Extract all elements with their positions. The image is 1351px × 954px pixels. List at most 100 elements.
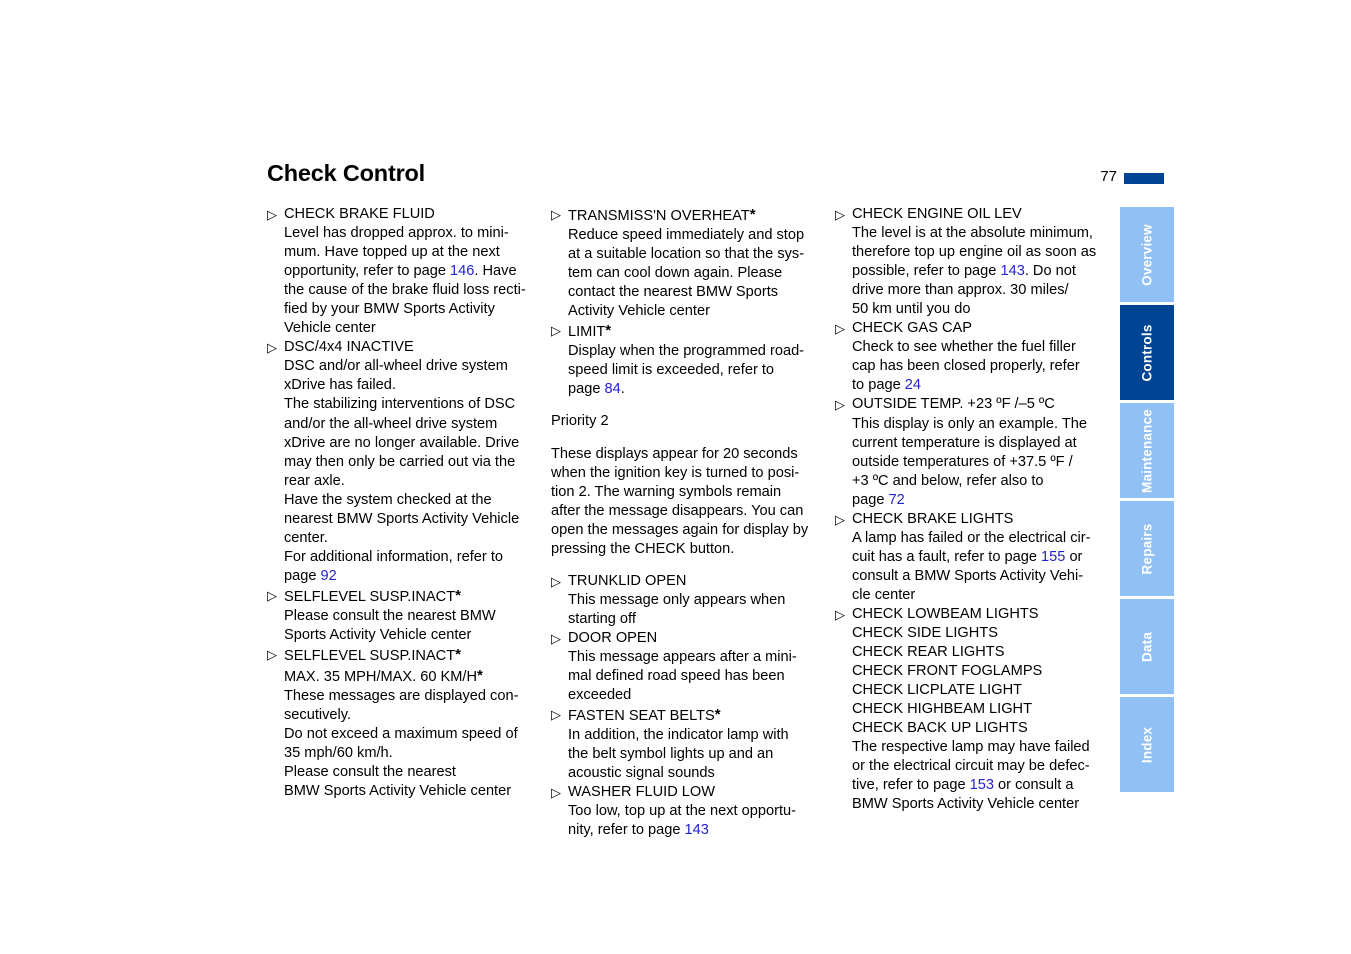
content-column-left: ▷ CHECK BRAKE FLUID Level has dropped appr…	[267, 205, 529, 801]
option-asterisk: *	[477, 667, 483, 685]
priority-heading: Priority 2	[551, 413, 609, 430]
section-tab-maintenance[interactable]: Maintenance	[1120, 403, 1174, 498]
page-reference-link[interactable]: 92	[321, 568, 337, 584]
section-tab-controls[interactable]: Controls	[1120, 305, 1174, 400]
text-run: This message appears after a mini- mal d…	[568, 648, 797, 704]
page-reference-link[interactable]: 143	[1000, 263, 1024, 279]
content-column-middle: ▷ TRANSMISS'N OVERHEAT* Reduce speed immed…	[551, 205, 813, 840]
message-term: CHECK ENGINE OIL LEV	[852, 206, 1022, 222]
message-description: DSC and/or all-wheel drive system xDrive…	[284, 357, 529, 586]
message-term: TRUNKLID OPEN	[568, 572, 687, 589]
section-tab-label: Maintenance	[1139, 408, 1155, 493]
message-description: Level has dropped approx. to mini- mum. …	[284, 224, 529, 338]
text-run: Reduce speed immediately and stop at a s…	[568, 227, 805, 320]
check-control-message: ▷ TRUNKLID OPEN This message only appears …	[551, 572, 813, 629]
page-reference-link[interactable]: 84	[605, 381, 621, 397]
message-description: Display when the programmed road- speed …	[568, 342, 813, 399]
message-description: MAX. 35 MPH/MAX. 60 KM/H* These messages…	[284, 666, 529, 801]
message-description: Check to see whether the fuel filler cap…	[852, 338, 1097, 395]
message-term: WASHER FLUID LOW	[568, 784, 716, 801]
check-control-message: ▷ SELFLEVEL SUSP.INACT* MAX. 35 MPH/MAX. 6…	[267, 645, 529, 801]
message-term: DOOR OPEN	[568, 629, 658, 646]
check-control-message: ▷ DOOR OPEN This message appears after a m…	[551, 629, 813, 705]
section-tab-label: Repairs	[1139, 523, 1155, 574]
message-term: SELFLEVEL SUSP.INACT*	[284, 646, 461, 665]
message-term: LIMIT*	[568, 322, 612, 341]
section-tab-label: Data	[1139, 631, 1155, 662]
triangle-bullet-icon: ▷	[835, 321, 845, 337]
text-run: Too low, top up at the next opportu- nit…	[568, 803, 796, 839]
option-asterisk: *	[605, 322, 612, 340]
check-control-message: ▷ WASHER FLUID LOW Too low, top up at the …	[551, 783, 813, 840]
triangle-bullet-icon: ▷	[267, 587, 277, 603]
message-description: The respective lamp may have failed or t…	[852, 738, 1097, 814]
message-term: DSC/4x4 INACTIVE	[284, 339, 414, 356]
page-reference-link[interactable]: 72	[889, 492, 905, 508]
section-tab-data[interactable]: Data	[1120, 599, 1174, 694]
triangle-bullet-icon: ▷	[267, 647, 277, 663]
triangle-bullet-icon: ▷	[551, 630, 561, 646]
message-term: CHECK GAS CAP	[852, 320, 973, 337]
check-control-message: ▷ SELFLEVEL SUSP.INACT* Please consult the…	[267, 586, 529, 645]
text-run: In addition, the indicator lamp with the…	[568, 727, 789, 782]
triangle-bullet-icon: ▷	[551, 207, 561, 222]
check-control-message: ▷ CHECK GAS CAP Check to see whether the f…	[835, 319, 1097, 395]
check-control-message: ▷ CHECK LOWBEAM LIGHTS CHECK SIDE LIGHTS …	[835, 605, 1097, 815]
message-description: In addition, the indicator lamp with the…	[568, 726, 813, 783]
triangle-bullet-icon: ▷	[835, 397, 845, 413]
message-description: This message appears after a mini- mal d…	[568, 648, 813, 705]
triangle-bullet-icon: ▷	[267, 340, 277, 356]
triangle-bullet-icon: ▷	[551, 573, 561, 589]
header-accent-rule	[1124, 173, 1164, 184]
message-description: This display is only an example. The cur…	[852, 415, 1097, 510]
page-reference-link[interactable]: 146	[450, 263, 474, 279]
triangle-bullet-icon: ▷	[835, 511, 845, 527]
triangle-bullet-icon: ▷	[267, 207, 277, 222]
triangle-bullet-icon: ▷	[551, 323, 561, 339]
check-control-message: ▷ FASTEN SEAT BELTS* In addition, the indi…	[551, 705, 813, 783]
priority-intro-paragraph: These displays appear for 20 seconds whe…	[551, 445, 809, 557]
message-description: Too low, top up at the next opportu- nit…	[568, 802, 813, 840]
message-term: CHECK BRAKE FLUID	[284, 206, 435, 222]
option-asterisk: *	[749, 206, 756, 223]
message-term: SELFLEVEL SUSP.INACT*	[284, 586, 461, 605]
text-run: MAX. 35 MPH/MAX. 60 KM/H	[284, 669, 478, 686]
triangle-bullet-icon: ▷	[835, 606, 845, 622]
text-run: Display when the programmed road- speed …	[568, 343, 805, 398]
check-control-message: ▷ DSC/4x4 INACTIVE DSC and/or all-wheel dr…	[267, 338, 529, 586]
page-number: 77	[1100, 168, 1117, 185]
message-description: Please consult the nearest BMW Sports Ac…	[284, 607, 529, 645]
text-run: Check to see whether the fuel filler cap…	[852, 339, 1080, 394]
text-run: This display is only an example. The cur…	[852, 415, 1087, 508]
triangle-bullet-icon: ▷	[551, 707, 561, 723]
page-reference-link[interactable]: 143	[685, 822, 709, 838]
message-term: FASTEN SEAT BELTS*	[568, 706, 721, 725]
message-term: OUTSIDE TEMP. +23 ºF /–5 ºC	[852, 396, 1055, 413]
message-term: TRANSMISS'N OVERHEAT*	[568, 206, 756, 224]
content-column-right: ▷ CHECK ENGINE OIL LEV The level is at the…	[835, 205, 1097, 815]
option-asterisk: *	[455, 586, 461, 604]
message-description: A lamp has failed or the electrical cir-…	[852, 529, 1097, 605]
triangle-bullet-icon: ▷	[551, 785, 561, 801]
text-run: .	[620, 381, 625, 398]
section-tab-repairs[interactable]: Repairs	[1120, 501, 1174, 596]
triangle-bullet-icon: ▷	[835, 207, 845, 222]
text-run: DSC and/or all-wheel drive system xDrive…	[284, 358, 520, 584]
check-control-message: ▷ TRANSMISS'N OVERHEAT* Reduce speed immed…	[551, 205, 813, 321]
message-description: The level is at the absolute minimum, th…	[852, 224, 1097, 319]
section-tab-overview[interactable]: Overview	[1120, 207, 1174, 302]
section-tab-label: Overview	[1139, 223, 1155, 286]
section-tab-label: Index	[1139, 726, 1155, 763]
text-run: These messages are displayed con- secuti…	[284, 688, 519, 800]
section-tab-label: Controls	[1139, 323, 1155, 382]
page-reference-link[interactable]: 153	[970, 777, 994, 793]
text-run: This message only appears when starting …	[568, 591, 786, 627]
message-description: Reduce speed immediately and stop at a s…	[568, 226, 813, 321]
page-title: Check Control	[267, 160, 425, 186]
section-tab-index[interactable]: Index	[1120, 697, 1174, 792]
page-reference-link[interactable]: 24	[905, 377, 921, 393]
message-term: CHECK LOWBEAM LIGHTS CHECK SIDE LIGHTS C…	[852, 605, 1043, 737]
text-run: Please consult the nearest BMW Sports Ac…	[284, 607, 496, 644]
section-tab-strip: Overview Controls Maintenance Repairs Data In…	[1120, 207, 1174, 795]
page-reference-link[interactable]: 155	[1041, 549, 1065, 565]
